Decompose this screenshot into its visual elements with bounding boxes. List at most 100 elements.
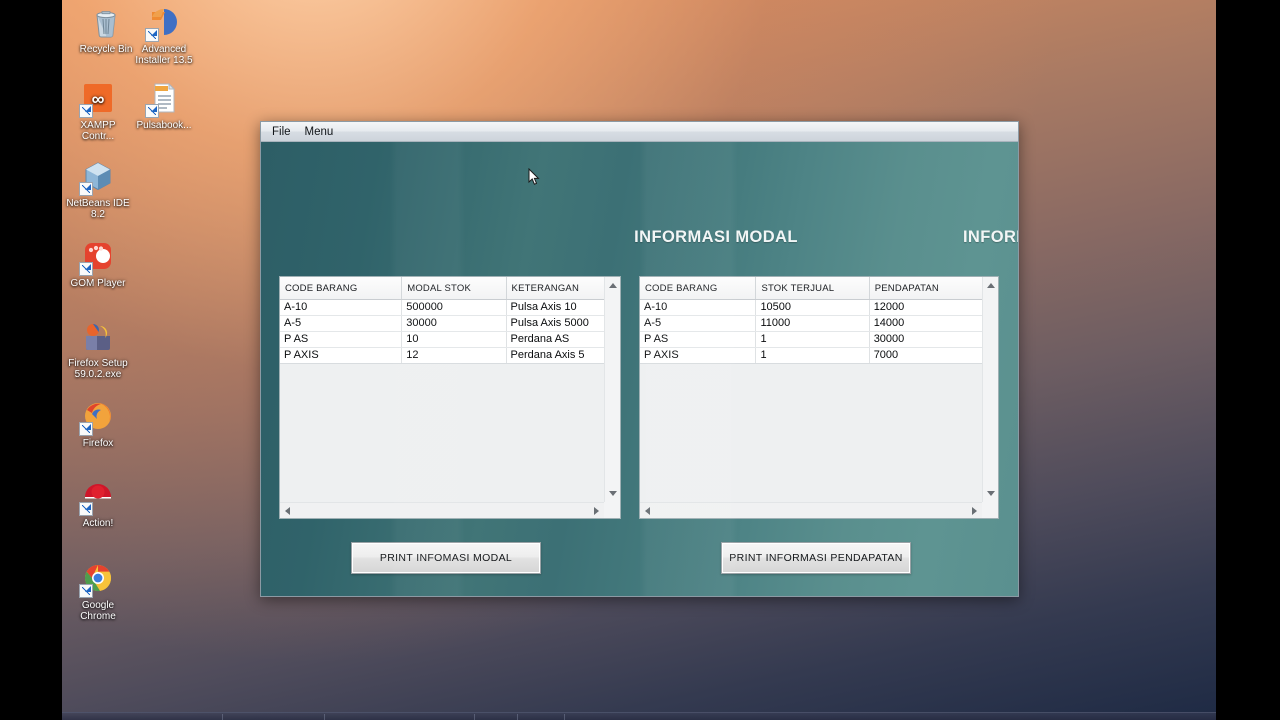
pendapatan-cell-0[interactable]: P AS [640,331,757,348]
table-row[interactable]: P AS 1 30000 [640,331,982,348]
taskbar-divider [222,714,223,720]
shortcut-arrow-icon [79,262,93,276]
menu-menu[interactable]: Menu [302,124,341,140]
pendapatan-cell-1[interactable]: 11000 [755,315,870,332]
window-content: INFORMASI MODAL CODE BARANG MODAL STOK K… [261,142,1018,596]
desktop-icon-google-chrome[interactable]: Google Chrome [56,562,140,622]
application-window: File Menu INFORMASI MODAL CODE BARANG MO… [260,121,1019,597]
modal-table-scrollpane: CODE BARANG MODAL STOK KETERANGAN A-10 50… [279,276,621,519]
screen: Recycle Bin Advanced Installer 13.5 ∞ XAMPP… [0,0,1280,720]
table-header-row: CODE BARANG MODAL STOK KETERANGAN [280,277,604,300]
desktop-icon-netbeans-ide[interactable]: NetBeans IDE 8.2 [56,160,140,220]
modal-cell-2[interactable]: Perdana AS [506,331,604,348]
table-row[interactable]: A-5 30000 Pulsa Axis 5000 [280,315,604,332]
modal-cell-1[interactable]: 30000 [401,315,507,332]
pendapatan-cell-2[interactable]: 7000 [869,347,982,364]
pendapatan-horizontal-scrollbar[interactable] [640,502,982,518]
desktop-icon-advanced-installer[interactable]: Advanced Installer 13.5 [122,6,206,66]
taskbar-divider [324,714,325,720]
scroll-down-icon[interactable] [987,491,995,496]
table-row[interactable]: P AS 10 Perdana AS [280,331,604,348]
table-row[interactable]: A-10 10500 12000 [640,299,982,316]
pendapatan-vertical-scrollbar[interactable] [982,277,998,502]
modal-vertical-scrollbar[interactable] [604,277,620,502]
desktop-icon-firefox[interactable]: Firefox [56,400,140,449]
modal-grid-viewport: CODE BARANG MODAL STOK KETERANGAN A-10 50… [280,277,604,502]
xampp-icon: ∞ [79,82,115,118]
modal-cell-0[interactable]: P AXIS [280,347,403,364]
firefox-icon [79,400,115,436]
modal-table: CODE BARANG MODAL STOK KETERANGAN A-10 50… [280,277,604,364]
shortcut-arrow-icon [79,182,93,196]
pendapatan-cell-0[interactable]: A-5 [640,315,757,332]
desktop-icon-label: Firefox [82,438,114,449]
column-header-pendapatan[interactable]: PENDAPATAN [869,277,982,300]
table-row[interactable]: P AXIS 12 Perdana Axis 5 [280,347,604,364]
svg-text:∞: ∞ [92,89,105,109]
gom-player-icon [79,240,115,276]
column-header-stok-terjual[interactable]: STOK TERJUAL [755,277,870,300]
pendapatan-table-body: A-10 10500 12000 A-5 11000 14000 P AS 1 30000 P A… [640,299,982,364]
shortcut-arrow-icon [79,584,93,598]
shortcut-arrow-icon [79,104,93,118]
modal-cell-0[interactable]: P AS [280,331,403,348]
pendapatan-cell-0[interactable]: P AXIS [640,347,757,364]
modal-cell-1[interactable]: 500000 [401,299,507,316]
pendapatan-grid-viewport: CODE BARANG STOK TERJUAL PENDAPATAN A-10… [640,277,982,502]
modal-horizontal-scrollbar[interactable] [280,502,604,518]
modal-cell-1[interactable]: 10 [401,331,507,348]
scroll-left-icon[interactable] [285,507,290,515]
column-header-code-barang[interactable]: CODE BARANG [640,277,757,300]
modal-cell-2[interactable]: Pulsa Axis 10 [506,299,604,316]
netbeans-icon [79,160,115,196]
firefox-setup-icon [81,320,115,354]
desktop-icon-action-recorder[interactable]: Action! [56,480,140,529]
modal-cell-2[interactable]: Pulsa Axis 5000 [506,315,604,332]
modal-cell-2[interactable]: Perdana Axis 5 [506,347,604,364]
menu-bar: File Menu [261,122,1018,142]
scroll-up-icon[interactable] [609,283,617,288]
print-infomasi-modal-button[interactable]: PRINT INFOMASI MODAL [351,542,541,574]
modal-table-body: A-10 500000 Pulsa Axis 10 A-5 30000 Pulsa Axi… [280,299,604,364]
table-row[interactable]: A-5 11000 14000 [640,315,982,332]
page-title-pendapatan: INFORMASI PENDAPATAN [962,228,1018,246]
taskbar[interactable] [62,712,1216,720]
pendapatan-cell-1[interactable]: 10500 [755,299,870,316]
scrollbar-corner [604,502,620,518]
shortcut-arrow-icon [79,422,93,436]
column-header-keterangan[interactable]: KETERANGAN [506,277,604,300]
desktop-icon-gom-player[interactable]: GOM Player [56,240,140,289]
taskbar-divider [517,714,518,720]
shortcut-arrow-icon [145,104,159,118]
shortcut-arrow-icon [79,502,93,516]
scroll-right-icon[interactable] [594,507,599,515]
scroll-up-icon[interactable] [987,283,995,288]
modal-table-head: CODE BARANG MODAL STOK KETERANGAN [280,277,604,300]
pendapatan-cell-2[interactable]: 30000 [869,331,982,348]
page-title-modal: INFORMASI MODAL [634,228,798,246]
scroll-down-icon[interactable] [609,491,617,496]
action-icon [79,480,115,516]
scroll-left-icon[interactable] [645,507,650,515]
desktop-icon-firefox-setup[interactable]: Firefox Setup 59.0.2.exe [56,320,140,380]
modal-cell-1[interactable]: 12 [401,347,507,364]
pendapatan-cell-1[interactable]: 1 [755,331,870,348]
table-row[interactable]: A-10 500000 Pulsa Axis 10 [280,299,604,316]
shortcut-arrow-icon [145,28,159,42]
pendapatan-cell-2[interactable]: 14000 [869,315,982,332]
print-informasi-pendapatan-button[interactable]: PRINT INFORMASI PENDAPATAN [721,542,911,574]
desktop-icon-label: Advanced Installer 13.5 [135,44,193,66]
desktop-icon-pulsabook[interactable]: Pulsabook... [122,82,206,131]
column-header-modal-stok[interactable]: MODAL STOK [401,277,507,300]
pendapatan-cell-2[interactable]: 12000 [869,299,982,316]
table-row[interactable]: P AXIS 1 7000 [640,347,982,364]
modal-cell-0[interactable]: A-5 [280,315,403,332]
desktop-icon-label: Action! [82,518,114,529]
pendapatan-cell-0[interactable]: A-10 [640,299,757,316]
pendapatan-cell-1[interactable]: 1 [755,347,870,364]
column-header-code-barang[interactable]: CODE BARANG [280,277,403,300]
modal-cell-0[interactable]: A-10 [280,299,403,316]
menu-file[interactable]: File [269,124,298,140]
scroll-right-icon[interactable] [972,507,977,515]
desktop-icon-label: NetBeans IDE 8.2 [66,198,130,220]
